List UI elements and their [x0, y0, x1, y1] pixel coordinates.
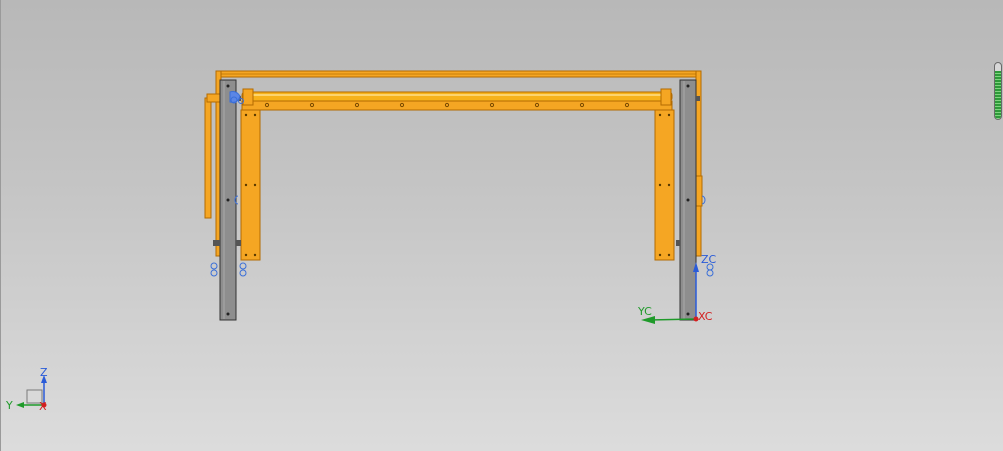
triad-z-label: Z: [40, 366, 48, 379]
wcs-triad[interactable]: ZC YC XC: [637, 253, 717, 324]
triad-x-label: X: [39, 400, 47, 413]
zoom-gauge-fill: [995, 71, 1001, 119]
cross-tube: [241, 91, 673, 102]
view-triad[interactable]: Z Y X: [5, 366, 48, 413]
right-bracket: [695, 175, 703, 207]
frame-assembly[interactable]: [204, 70, 714, 321]
fastener-hardware: [210, 91, 714, 277]
wcs-x-label: XC: [698, 310, 713, 323]
left-outer-brace: [204, 97, 212, 219]
graphics-window[interactable]: ZC YC XC Z Y X: [1, 0, 1003, 451]
wcs-y-label: YC: [637, 305, 652, 318]
triad-y-label: Y: [5, 399, 13, 412]
left-inner-plate: [240, 109, 261, 261]
cross-beam: [241, 100, 673, 111]
right-inner-plate: [654, 109, 675, 261]
zoom-gauge[interactable]: [994, 62, 1002, 120]
wcs-z-label: ZC: [701, 253, 717, 266]
